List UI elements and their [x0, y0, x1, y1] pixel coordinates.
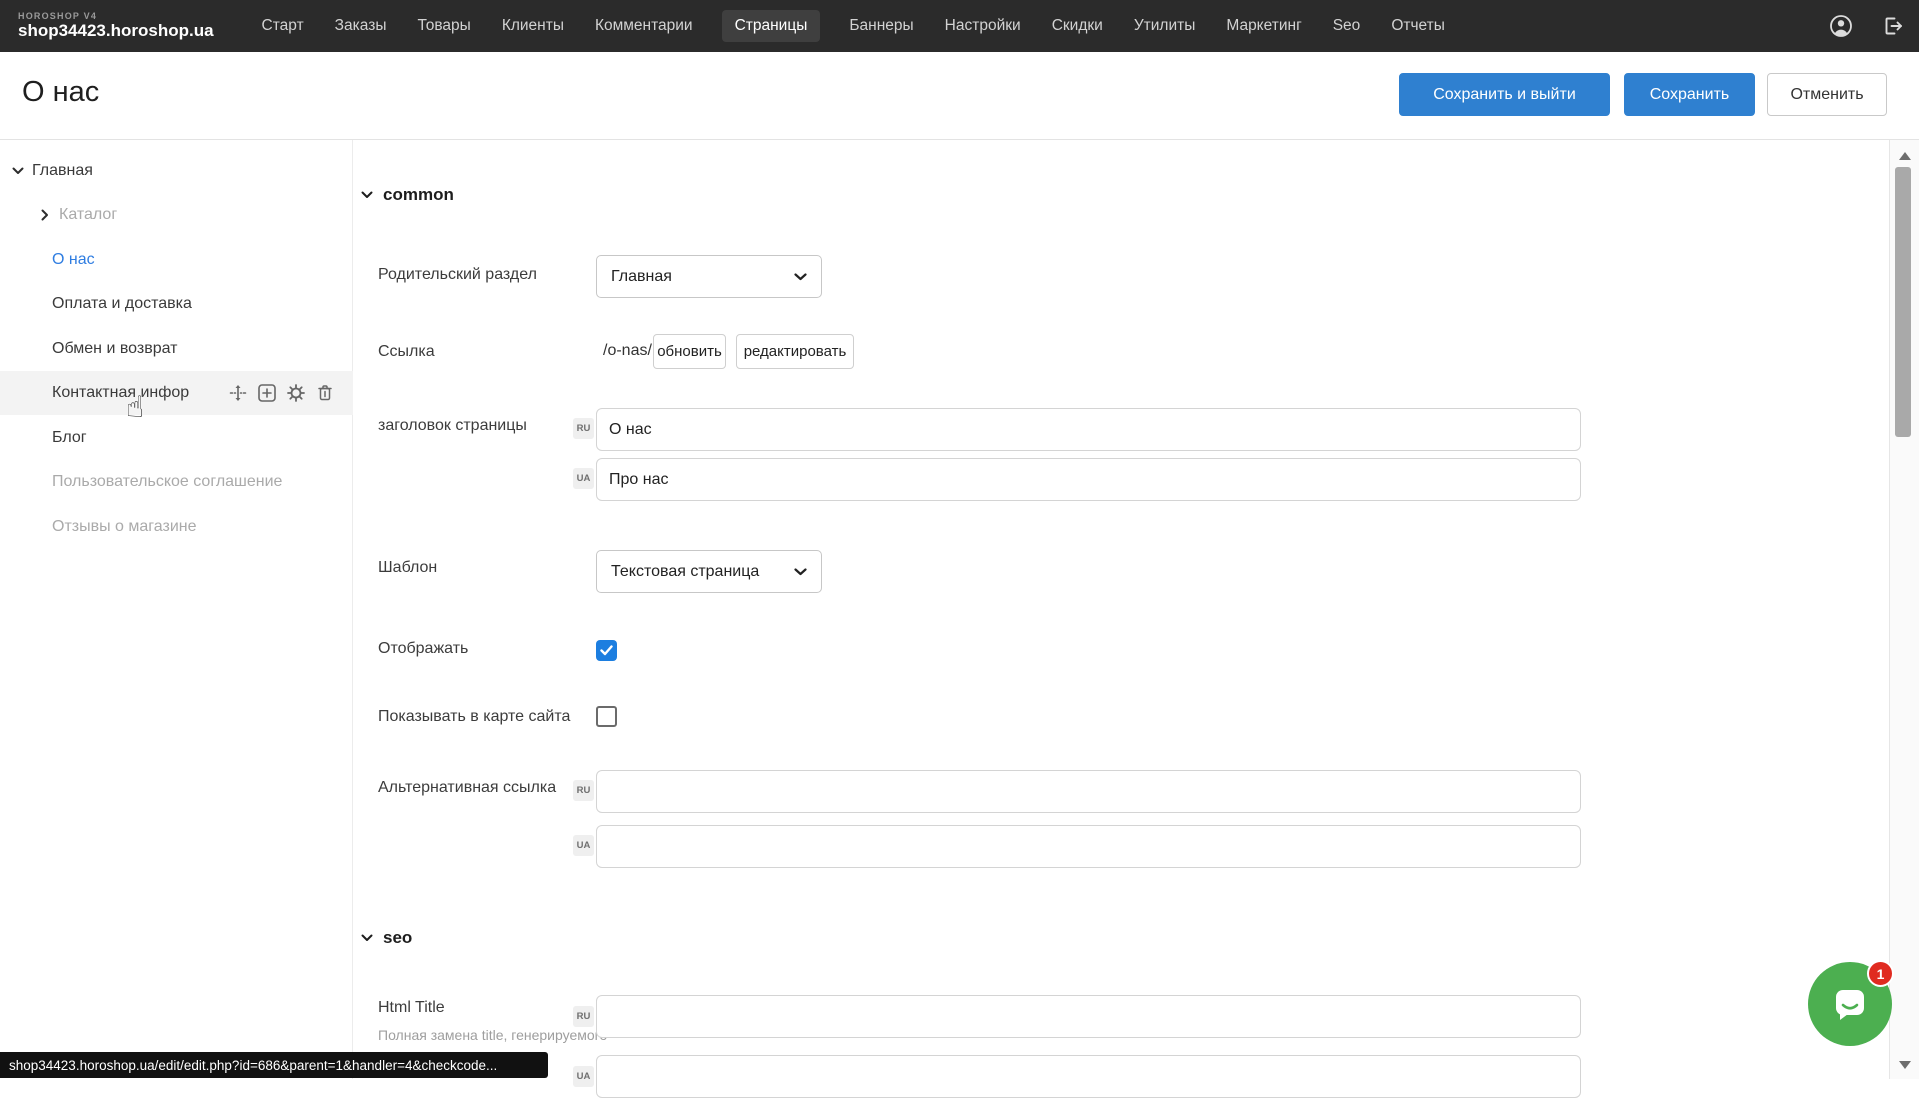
alt-link-ua-input[interactable] — [596, 825, 1581, 868]
chevron-right-icon[interactable] — [31, 209, 59, 221]
delete-trash-icon[interactable] — [315, 383, 335, 403]
parent-section-label: Родительский раздел — [378, 265, 588, 285]
vertical-scrollbar[interactable] — [1889, 140, 1919, 1079]
topnav-item-utilities[interactable]: Утилиты — [1132, 10, 1198, 42]
section-common-toggle[interactable]: common — [361, 185, 454, 205]
top-nav: Старт Заказы Товары Клиенты Комментарии … — [260, 10, 1447, 42]
tree-item-actions — [228, 383, 335, 403]
link-refresh-button[interactable]: обновить — [653, 334, 726, 369]
tree-item-polzovatelskoe-soglashenie[interactable]: Пользовательское соглашение — [0, 460, 353, 504]
tree-item-blog[interactable]: Блог — [0, 416, 353, 460]
chevron-down-icon — [361, 191, 373, 199]
lang-ua-badge: UA — [573, 468, 594, 489]
topnav-item-clients[interactable]: Клиенты — [500, 10, 566, 42]
topnav-item-pages[interactable]: Страницы — [722, 10, 821, 42]
selected-value: Главная — [611, 268, 672, 286]
tree-item-glavnaya[interactable]: Главная — [0, 149, 353, 193]
scroll-down-arrow[interactable] — [1899, 1061, 1911, 1069]
check-icon — [600, 645, 613, 656]
add-page-icon[interactable] — [257, 383, 277, 403]
top-bar: HOROSHOP V4 shop34423.horoshop.ua Старт … — [0, 0, 1919, 52]
scrollbar-thumb[interactable] — [1895, 167, 1911, 437]
template-label: Шаблон — [378, 558, 588, 578]
scroll-up-arrow[interactable] — [1899, 152, 1911, 160]
page-heading-label: заголовок страницы — [378, 416, 588, 436]
tree-item-obmen-i-vozvrat[interactable]: Обмен и возврат — [0, 327, 353, 371]
tree-item-label: Блог — [52, 429, 87, 447]
html-title-ua-input[interactable] — [596, 1055, 1581, 1098]
tree-item-oplata-i-dostavka[interactable]: Оплата и доставка — [0, 282, 353, 326]
page-header: О нас Сохранить и выйти Сохранить Отмени… — [0, 52, 1919, 140]
logo-domain: shop34423.horoshop.ua — [18, 22, 214, 41]
display-label: Отображать — [378, 639, 588, 659]
tree-item-o-nas[interactable]: О нас — [0, 238, 353, 282]
topnav-item-seo[interactable]: Seo — [1331, 10, 1363, 42]
topnav-item-start[interactable]: Старт — [260, 10, 306, 42]
link-label: Ссылка — [378, 342, 588, 362]
link-edit-button[interactable]: редактировать — [736, 334, 854, 369]
tree-item-label: Контактная инфор — [52, 384, 189, 402]
sitemap-checkbox[interactable] — [596, 706, 617, 727]
tree-item-label: О нас — [52, 251, 95, 269]
tree-item-label: Каталог — [59, 206, 117, 224]
logo[interactable]: HOROSHOP V4 shop34423.horoshop.ua — [18, 12, 214, 41]
account-icon[interactable] — [1829, 14, 1853, 38]
parent-section-select[interactable]: Главная — [596, 255, 822, 298]
sitemap-label: Показывать в карте сайта — [378, 707, 588, 727]
template-select[interactable]: Текстовая страница — [596, 550, 822, 593]
chat-widget-button[interactable]: 1 — [1808, 962, 1892, 1046]
chevron-down-icon — [794, 273, 807, 281]
tree-item-label: Оплата и доставка — [52, 295, 192, 313]
page-heading-ua-input[interactable] — [596, 458, 1581, 501]
topnav-item-discounts[interactable]: Скидки — [1050, 10, 1105, 42]
page-edit-form: common Родительский раздел Главная Ссылк… — [354, 140, 1889, 1079]
chat-unread-badge: 1 — [1867, 960, 1894, 987]
topnav-item-settings[interactable]: Настройки — [943, 10, 1023, 42]
drag-move-icon[interactable] — [228, 383, 248, 403]
lang-ru-badge: RU — [573, 780, 594, 801]
topnav-item-banners[interactable]: Баннеры — [847, 10, 915, 42]
section-seo-toggle[interactable]: seo — [361, 928, 412, 948]
topnav-item-orders[interactable]: Заказы — [333, 10, 389, 42]
settings-gear-icon[interactable] — [286, 383, 306, 403]
tree-item-katalog[interactable]: Каталог — [0, 193, 353, 237]
chevron-down-icon[interactable] — [4, 167, 32, 175]
lang-ua-badge: UA — [573, 835, 594, 856]
alt-link-ru-input[interactable] — [596, 770, 1581, 813]
status-url-bar: shop34423.horoshop.ua/edit/edit.php?id=6… — [0, 1052, 548, 1078]
link-path-value: /o-nas/ — [603, 342, 652, 360]
page-heading-ru-input[interactable] — [596, 408, 1581, 451]
tree-item-label: Отзывы о магазине — [52, 518, 197, 536]
section-title: common — [383, 185, 454, 205]
html-title-label: Html Title — [378, 998, 588, 1018]
chevron-down-icon — [361, 934, 373, 942]
tree-item-label: Обмен и возврат — [52, 340, 177, 358]
topnav-item-marketing[interactable]: Маркетинг — [1224, 10, 1303, 42]
display-checkbox[interactable] — [596, 640, 617, 661]
html-title-ru-input[interactable] — [596, 995, 1581, 1038]
topnav-item-reports[interactable]: Отчеты — [1389, 10, 1447, 42]
save-and-exit-button[interactable]: Сохранить и выйти — [1399, 73, 1610, 116]
logout-icon[interactable] — [1881, 14, 1905, 38]
chevron-down-icon — [794, 568, 807, 576]
tree-item-otzyvy-o-magazine[interactable]: Отзывы о магазине — [0, 505, 353, 549]
chat-bubble-icon — [1827, 981, 1873, 1027]
lang-ua-badge: UA — [573, 1066, 594, 1087]
pages-tree-sidebar: Главная Каталог О нас Оплата и доставка … — [0, 140, 353, 1079]
topnav-item-products[interactable]: Товары — [415, 10, 472, 42]
section-title: seo — [383, 928, 412, 948]
page-title: О нас — [22, 76, 99, 109]
cancel-button[interactable]: Отменить — [1767, 73, 1887, 116]
tree-item-label: Главная — [32, 162, 93, 180]
topnav-item-comments[interactable]: Комментарии — [593, 10, 695, 42]
save-button[interactable]: Сохранить — [1624, 73, 1755, 116]
lang-ru-badge: RU — [573, 1006, 594, 1027]
html-title-note: Полная замена title, генерируемого — [378, 1026, 608, 1044]
tree-item-label: Пользовательское соглашение — [52, 473, 282, 491]
lang-ru-badge: RU — [573, 418, 594, 439]
selected-value: Текстовая страница — [611, 563, 759, 581]
alt-link-label: Альтернативная ссылка — [378, 778, 588, 798]
tree-item-kontaktnaya-informaciya[interactable]: Контактная инфор — [0, 371, 353, 415]
